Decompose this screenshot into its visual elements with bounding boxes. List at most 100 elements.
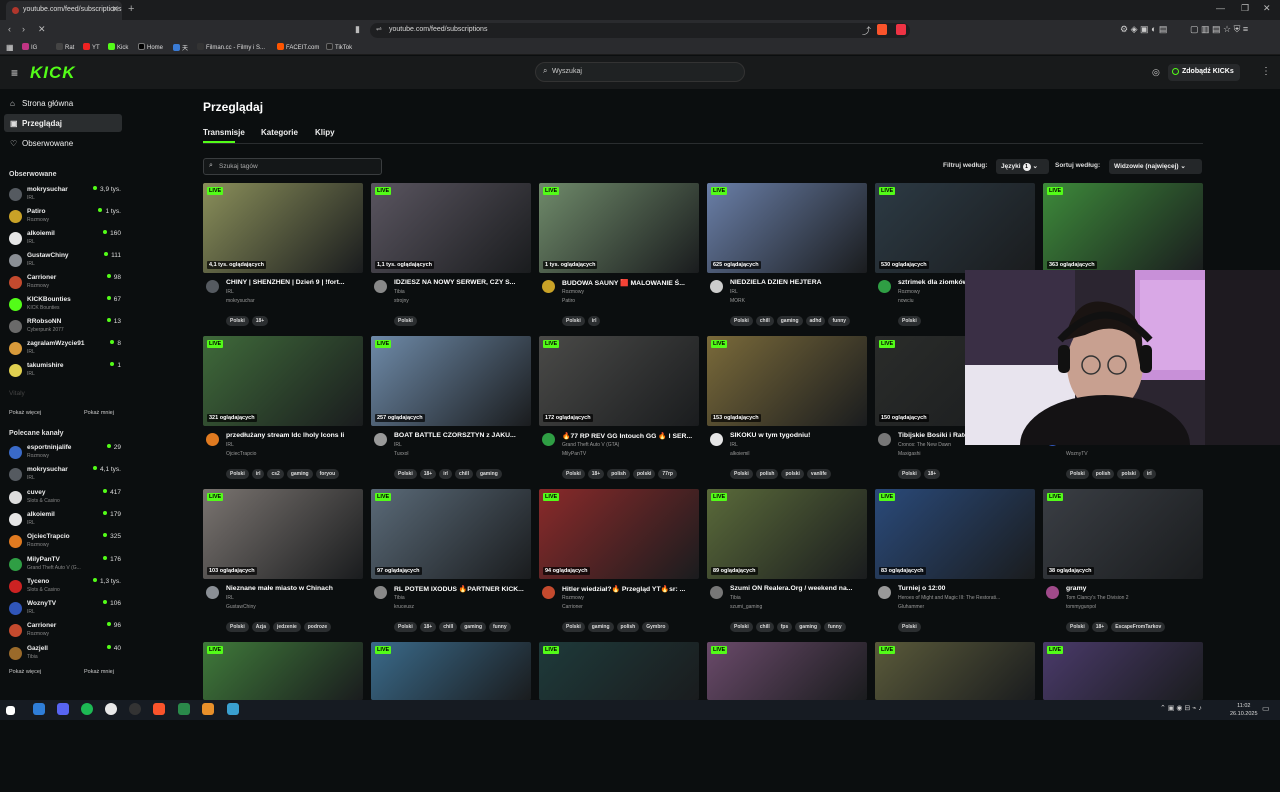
kicks-coin-icon[interactable]: ◎: [1152, 67, 1160, 78]
show-less-link[interactable]: Pokaż mniej: [84, 410, 114, 416]
bookmark-ig[interactable]: IG: [22, 43, 37, 51]
back-icon[interactable]: ‹: [8, 24, 11, 34]
brave-icon[interactable]: [153, 703, 165, 715]
tag-chip[interactable]: funny: [489, 622, 511, 632]
toolbar-icons[interactable]: ▢ ▥ ▤ ☆ ⛨ ≡: [1190, 24, 1248, 35]
streamer-name[interactable]: alkoiemil: [730, 451, 749, 457]
stream-category[interactable]: Tibia: [394, 289, 405, 295]
nav-home[interactable]: ⌂ Strona główna: [10, 99, 73, 108]
stream-category[interactable]: IRL: [394, 442, 402, 448]
stream-card[interactable]: LIVE 94 oglądających Hitler wiedział?🔥 Prz…: [539, 489, 699, 639]
tag-chip[interactable]: Polski: [226, 316, 249, 326]
stream-title[interactable]: RL POTEM IXODUS 🔥PARTNER KICK...: [394, 585, 529, 593]
stream-thumbnail[interactable]: LIVE 1 tys. oglądających: [539, 183, 699, 273]
stream-thumbnail[interactable]: LIVE: [707, 642, 867, 700]
stream-category[interactable]: Tibia: [394, 595, 405, 601]
tag-chip[interactable]: cs2: [267, 469, 284, 479]
tag-chip[interactable]: polski: [781, 469, 804, 479]
stream-title[interactable]: BOAT BATTLE CZORSZTYN z JAKU...: [394, 432, 529, 439]
tag-chip[interactable]: EscapeFromTarkov: [1111, 622, 1166, 632]
stream-card[interactable]: LIVE 97 oglądających RL POTEM IXODUS 🔥PART…: [371, 489, 531, 639]
sidebar-channel[interactable]: zagralamWzycie91 IRL 8: [9, 340, 121, 360]
show-less-recommended-link[interactable]: Pokaż mniej: [84, 669, 114, 675]
extension-icons[interactable]: ⚙ ◈ ▣ ◐ ▤: [1120, 24, 1167, 35]
streamer-name[interactable]: nowciu: [898, 298, 914, 304]
streamer-avatar[interactable]: [542, 433, 555, 446]
tag-chip[interactable]: Polski: [394, 316, 417, 326]
sidebar-channel[interactable]: OjciecTrapcio Rozmowy 325: [9, 533, 121, 553]
stream-category[interactable]: Rozmowy: [562, 595, 584, 601]
sidebar-channel[interactable]: esportninjalife Rozmowy 29: [9, 444, 121, 464]
sidebar-channel[interactable]: Patiro Rozmowy 1 tys.: [9, 208, 121, 228]
stream-thumbnail[interactable]: LIVE 4,1 tys. oglądających: [203, 183, 363, 273]
tag-chip[interactable]: Polski: [730, 316, 753, 326]
tag-chip[interactable]: 77rp: [658, 469, 677, 479]
stream-card[interactable]: LIVE 103 oglądających Nieznane małe miasto…: [203, 489, 363, 639]
stream-thumbnail[interactable]: LIVE 363 oglądających: [1043, 183, 1203, 273]
brave-shield-icon[interactable]: [877, 24, 887, 35]
sidebar-channel[interactable]: mokrysuchar IRL 3,9 tys.: [9, 186, 121, 206]
sidebar-channel[interactable]: Gazjell Tibia 40: [9, 645, 121, 665]
tag-chip[interactable]: gaming: [460, 622, 487, 632]
stream-category[interactable]: Rozmowy: [562, 289, 584, 295]
tag-chip[interactable]: Polski: [898, 622, 921, 632]
streamer-avatar[interactable]: [374, 433, 387, 446]
app-icon-green[interactable]: [178, 703, 190, 715]
tag-chip[interactable]: 18+: [923, 469, 941, 479]
app-icon-blue[interactable]: [227, 703, 239, 715]
show-more-link[interactable]: Pokaż więcej: [9, 410, 41, 416]
tag-chip[interactable]: Polski: [226, 622, 249, 632]
streamer-avatar[interactable]: [542, 586, 555, 599]
stop-loading-icon[interactable]: ✕: [38, 24, 46, 35]
stream-title[interactable]: IDZIESZ NA NOWY SERWER, CZY S...: [394, 279, 529, 286]
stream-card[interactable]: LIVE 257 oglądających BOAT BATTLE CZORSZTY…: [371, 336, 531, 486]
tag-chip[interactable]: chill: [439, 622, 458, 632]
streamer-avatar[interactable]: [710, 280, 723, 293]
bookmark-rat[interactable]: Rat: [56, 43, 74, 51]
brave-rewards-icon[interactable]: [896, 24, 906, 35]
language-filter-dropdown[interactable]: Języki 1 ⌄: [996, 159, 1049, 174]
bookmark-yt[interactable]: YT: [83, 43, 100, 51]
kick-logo[interactable]: KICK: [30, 63, 76, 83]
close-tab-icon[interactable]: ✕: [111, 4, 119, 15]
streamer-name[interactable]: MilyPanTV: [562, 451, 586, 457]
streamer-name[interactable]: WoznyTV: [1066, 451, 1088, 457]
hamburger-menu-icon[interactable]: ≡: [11, 66, 18, 80]
streamer-avatar[interactable]: [710, 586, 723, 599]
tag-chip[interactable]: 18+: [419, 469, 437, 479]
tag-chip[interactable]: funny: [828, 316, 851, 326]
tag-chip[interactable]: polish: [616, 622, 640, 632]
discord-icon[interactable]: [57, 703, 69, 715]
tag-chip[interactable]: polish: [755, 469, 779, 479]
stream-card[interactable]: LIVE 1 tys. oglądających BUDOWA SAUNY 🟥 MA…: [539, 183, 699, 333]
tag-chip[interactable]: Polski: [394, 622, 417, 632]
stream-card[interactable]: LIVE 89 oglądających Szumi ON Realera.Org …: [707, 489, 867, 639]
streamer-avatar[interactable]: [878, 433, 891, 446]
bookmark-home[interactable]: Home: [138, 43, 163, 51]
stream-card[interactable]: LIVE 83 oglądających Turniej o 12:00 Heroes…: [875, 489, 1035, 639]
start-icon[interactable]: [6, 706, 15, 715]
stream-thumbnail[interactable]: LIVE 97 oglądających: [371, 489, 531, 579]
bookmark-icon[interactable]: ▮: [355, 24, 360, 35]
tag-chip[interactable]: funny: [824, 622, 846, 632]
stream-title[interactable]: 🔥77 RP REV GG Intouch GG 🔥 I SER...: [562, 432, 697, 440]
stream-category[interactable]: Tom Clancy's The Division 2: [1066, 595, 1129, 601]
bookmark-kick[interactable]: Kick: [108, 43, 128, 51]
tag-chip[interactable]: jedzenie: [273, 622, 301, 632]
sidebar-channel[interactable]: KICKBounties KICK Bounties 67: [9, 296, 121, 316]
sidebar-channel[interactable]: GustawChiny IRL 111: [9, 252, 121, 272]
stream-card[interactable]: LIVE 38 oglądających gramy Tom Clancy's The…: [1043, 489, 1203, 639]
stream-thumbnail[interactable]: LIVE 172 oglądających: [539, 336, 699, 426]
stream-category[interactable]: Heroes of Might and Magic III: The Resto…: [898, 595, 1000, 601]
stream-category[interactable]: IRL: [226, 442, 234, 448]
bookmark-faceit[interactable]: FACEIT.com: [277, 43, 319, 51]
tag-chip[interactable]: Polski: [562, 622, 585, 632]
tag-chip[interactable]: Polski: [898, 316, 921, 326]
stream-thumbnail[interactable]: LIVE 625 oglądających: [707, 183, 867, 273]
stream-card[interactable]: LIVE 172 oglądających 🔥77 RP REV GG Intouc…: [539, 336, 699, 486]
stream-thumbnail[interactable]: LIVE 83 oglądających: [875, 489, 1035, 579]
streamer-name[interactable]: MORK: [730, 298, 745, 304]
tag-chip[interactable]: 18+: [587, 469, 605, 479]
tag-chip[interactable]: polish: [1091, 469, 1115, 479]
close-window-icon[interactable]: ✕: [1263, 3, 1271, 14]
